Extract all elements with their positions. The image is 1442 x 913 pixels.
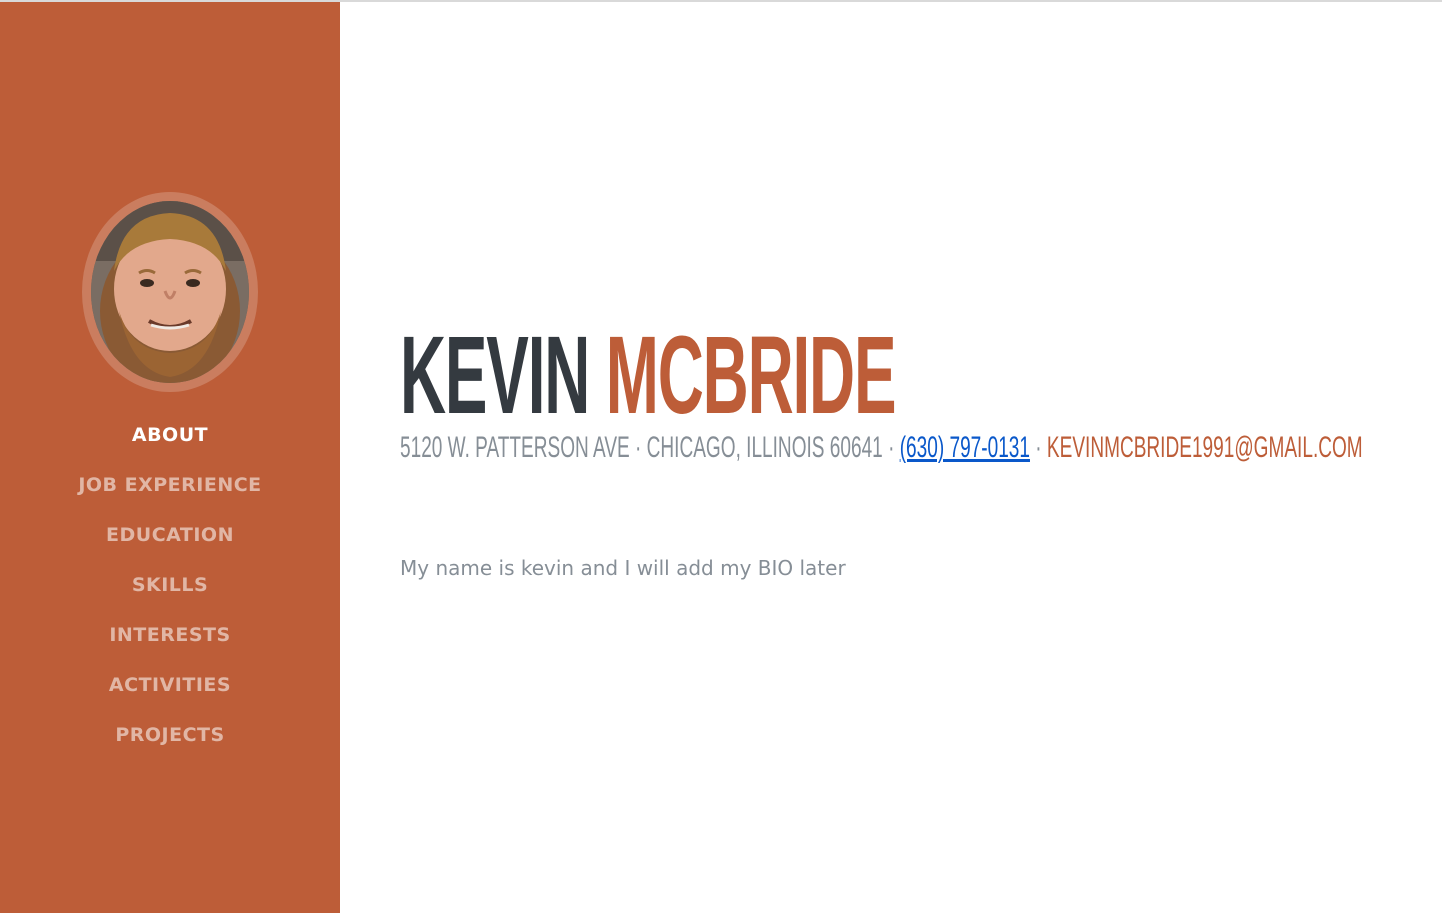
nav-link-job-experience[interactable]: JOB EXPERIENCE: [78, 474, 261, 496]
email-link[interactable]: KEVINMCBRIDE1991@GMAIL.COM: [1047, 431, 1363, 464]
contact-line: 5120 W. PATTERSON AVE · CHICAGO, ILLINOI…: [400, 428, 1363, 468]
nav-link-activities[interactable]: ACTIVITIES: [109, 674, 231, 696]
sidebar: ABOUT JOB EXPERIENCE EDUCATION SKILLS IN…: [0, 2, 340, 913]
nav-link-education[interactable]: EDUCATION: [106, 524, 234, 546]
nav-item-education: EDUCATION: [0, 510, 340, 560]
nav-link-projects[interactable]: PROJECTS: [115, 724, 224, 746]
first-name: KEVIN: [400, 314, 590, 437]
nav-item-interests: INTERESTS: [0, 610, 340, 660]
nav-item-projects: PROJECTS: [0, 710, 340, 760]
bio-text: My name is kevin and I will add my BIO l…: [400, 556, 846, 580]
profile-photo-image: [91, 201, 249, 383]
page-title: KEVIN MCBRIDE: [400, 306, 897, 446]
nav-item-about: ABOUT: [0, 410, 340, 460]
nav-link-skills[interactable]: SKILLS: [132, 574, 208, 596]
nav-item-activities: ACTIVITIES: [0, 660, 340, 710]
profile-photo: [91, 201, 249, 383]
sidebar-nav: ABOUT JOB EXPERIENCE EDUCATION SKILLS IN…: [0, 410, 340, 760]
contact-separator: ·: [1035, 431, 1042, 464]
nav-item-skills: SKILLS: [0, 560, 340, 610]
nav-link-about[interactable]: ABOUT: [132, 424, 208, 446]
nav-item-job-experience: JOB EXPERIENCE: [0, 460, 340, 510]
profile-photo-frame[interactable]: [82, 192, 258, 392]
nav-link-interests[interactable]: INTERESTS: [109, 624, 230, 646]
phone-link[interactable]: (630) 797-0131: [900, 431, 1030, 464]
address-text: 5120 W. PATTERSON AVE · CHICAGO, ILLINOI…: [400, 431, 895, 464]
last-name: MCBRIDE: [605, 314, 897, 437]
